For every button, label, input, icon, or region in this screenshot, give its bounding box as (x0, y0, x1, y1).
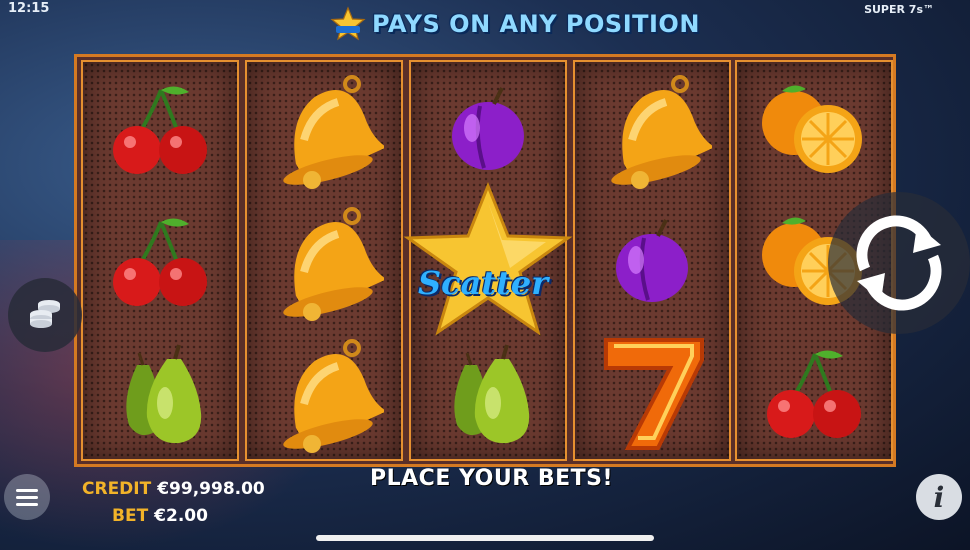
spin-button[interactable] (828, 192, 970, 334)
spin-arrows-icon (856, 215, 942, 311)
scatter-label: Scatter (418, 264, 549, 302)
menu-button[interactable] (4, 474, 50, 520)
bell-symbol (575, 64, 729, 196)
seven-symbol (575, 328, 729, 460)
cherry-symbol (83, 64, 237, 196)
clock: 12:15 (8, 1, 50, 16)
credit-label: CREDIT (82, 479, 152, 499)
plum-symbol (575, 196, 729, 328)
plum-symbol (411, 64, 565, 196)
reel-grid: Scatter (74, 54, 896, 467)
bet-display[interactable]: BET €2.00 (112, 506, 208, 526)
cherry-symbol (83, 196, 237, 328)
credit-value: €99,998.00 (157, 479, 265, 499)
reel-4 (573, 60, 731, 461)
orange-symbol (737, 64, 891, 196)
pear-symbol (411, 328, 565, 460)
header-title: PAYS ON ANY POSITION (330, 4, 700, 44)
game-name: SUPER 7s™ (864, 3, 934, 16)
reel-2 (245, 60, 403, 461)
reel-3: Scatter (403, 60, 573, 461)
scatter-star-icon (330, 6, 366, 41)
pear-symbol (83, 328, 237, 460)
status-message: PLACE YOUR BETS! (370, 466, 613, 491)
credit-display: CREDIT €99,998.00 (82, 479, 265, 499)
bet-label: BET (112, 506, 149, 526)
scatter-symbol: Scatter (403, 182, 573, 336)
reel-1 (81, 60, 239, 461)
hamburger-menu-icon (16, 489, 38, 506)
info-icon: i (933, 480, 945, 514)
bell-symbol (247, 64, 401, 196)
bell-symbol (247, 328, 401, 460)
top-bar: 12:15 PAYS ON ANY POSITION SUPER 7s™ (0, 0, 970, 50)
coin-stack-button[interactable] (8, 278, 82, 352)
coin-stack-icon (30, 300, 60, 328)
bell-symbol (247, 196, 401, 328)
bet-value: €2.00 (154, 506, 208, 526)
info-button[interactable]: i (916, 474, 962, 520)
home-indicator[interactable] (316, 535, 654, 541)
header-title-text: PAYS ON ANY POSITION (372, 10, 700, 38)
cherry-symbol (737, 328, 891, 460)
